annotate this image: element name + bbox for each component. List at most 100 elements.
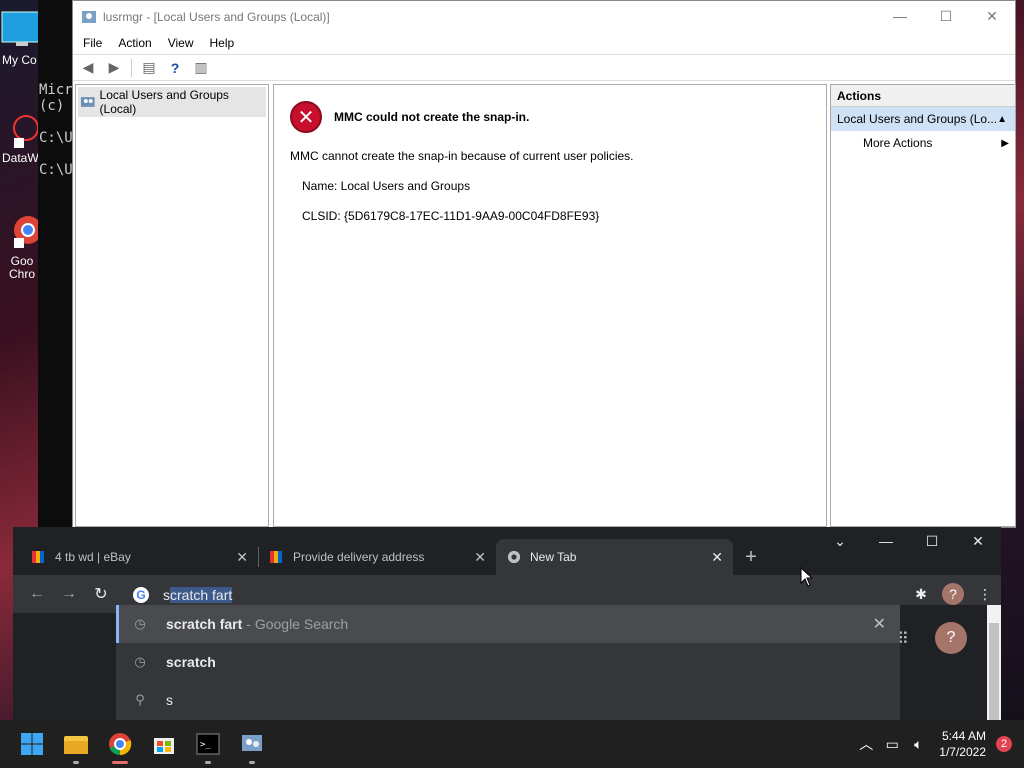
google-account-avatar[interactable]: ?	[935, 622, 967, 654]
cmd-line: Micr	[39, 82, 73, 98]
menu-help[interactable]: Help	[202, 36, 243, 50]
suggestion-match: s	[166, 616, 174, 632]
notification-badge[interactable]: 2	[996, 736, 1012, 752]
search-icon: ⚲	[135, 692, 145, 707]
minimize-button[interactable]: —	[863, 527, 909, 555]
actions-section-local-users[interactable]: Local Users and Groups (Lo... ▲	[831, 107, 1015, 131]
clock-time: 5:44 AM	[941, 729, 986, 743]
mmc-title-bar[interactable]: lusrmgr - [Local Users and Groups (Local…	[73, 1, 1015, 32]
show-hide-console-tree-icon[interactable]: ▤	[138, 58, 160, 78]
cmd-line: C:\U	[39, 162, 73, 178]
tab-close-icon[interactable]: ✕	[711, 549, 723, 566]
cmd-line: C:\U	[39, 130, 73, 146]
start-button[interactable]	[10, 720, 54, 768]
suggestion-text: s	[166, 692, 173, 708]
chrome-window: 4 tb wd | eBay ✕ Provide delivery addres…	[13, 527, 1001, 720]
page-background	[900, 605, 987, 720]
suggestion-item[interactable]: ⚲ s	[116, 681, 900, 719]
store-bag-icon	[154, 738, 174, 754]
toolbar-separator	[131, 58, 132, 77]
close-button[interactable]: ✕	[969, 8, 1015, 25]
submenu-arrow-icon: ▶	[1001, 137, 1009, 149]
taskbar-command-prompt[interactable]: >_	[186, 720, 230, 768]
mmc-toolbar: ◀ ▶ ▤ ? ▥	[73, 54, 1015, 81]
taskbar-microsoft-store[interactable]	[142, 720, 186, 768]
ebay-favicon-icon	[32, 551, 44, 563]
snapin-name: Name: Local Users and Groups	[302, 179, 471, 193]
remove-suggestion-icon[interactable]: ✕	[873, 614, 886, 634]
collapse-up-icon[interactable]: ▲	[997, 114, 1007, 125]
tab-delivery-address[interactable]: Provide delivery address ✕	[259, 539, 496, 575]
more-actions-label: More Actions	[863, 136, 933, 150]
error-message: MMC cannot create the snap-in because of…	[290, 149, 634, 163]
mmc-window: lusrmgr - [Local Users and Groups (Local…	[72, 0, 1016, 528]
omnibox-input[interactable]: scratch fart	[163, 587, 233, 603]
extensions-puzzle-icon[interactable]: ✱	[905, 586, 937, 603]
tab-strip: 4 tb wd | eBay ✕ Provide delivery addres…	[13, 527, 1001, 575]
minimize-button[interactable]: —	[877, 8, 923, 25]
tab-close-icon[interactable]: ✕	[474, 549, 486, 566]
show-hide-action-pane-icon[interactable]: ▥	[190, 58, 212, 78]
google-icon: G	[133, 587, 149, 603]
show-hidden-icons-chevron-icon[interactable]: ︿	[853, 734, 879, 754]
svg-text:>_: >_	[200, 740, 211, 750]
snapin-clsid: CLSID: {5D6179C8-17EC-11D1-9AA9-00C04FD8…	[302, 209, 600, 223]
error-icon: ✕	[290, 101, 322, 133]
history-clock-icon: ◷	[134, 654, 146, 669]
network-icon[interactable]: ▭	[879, 736, 905, 753]
tab-search-chevron-icon[interactable]: ⌄	[817, 527, 863, 555]
omnibox-autocomplete-text: cratch fart	[170, 587, 233, 603]
ebay-favicon-icon	[270, 551, 282, 563]
close-button[interactable]: ✕	[955, 527, 1001, 555]
suggestion-text: cratch fart	[173, 616, 243, 632]
clock[interactable]: 5:44 AM 1/7/2022	[939, 728, 986, 760]
actions-header: Actions	[831, 85, 1015, 107]
taskbar-lusrmgr[interactable]	[230, 720, 274, 768]
menu-file[interactable]: File	[75, 36, 110, 50]
error-title: MMC could not create the snap-in.	[334, 110, 530, 124]
tree-item-label: Local Users and Groups (Local)	[99, 88, 229, 116]
result-pane: ✕ MMC could not create the snap-in. MMC …	[273, 84, 827, 527]
taskbar-file-explorer[interactable]	[54, 720, 98, 768]
taskbar-chrome[interactable]	[98, 720, 142, 768]
omnibox-typed-text: s	[163, 587, 170, 603]
system-tray: ︿ ▭ 🔈︎ 5:44 AM 1/7/2022 2	[853, 720, 1024, 768]
tab-title: Provide delivery address	[293, 550, 425, 564]
maximize-button[interactable]: ☐	[909, 527, 955, 555]
suggestion-item[interactable]: ◷ s cratch fart - Google Search ✕	[116, 605, 900, 643]
more-actions-item[interactable]: More Actions ▶	[831, 131, 1015, 155]
windows-logo-icon	[21, 733, 43, 755]
new-tab-plus-icon[interactable]: +	[733, 539, 769, 575]
menu-view[interactable]: View	[160, 36, 202, 50]
running-indicator	[73, 761, 79, 764]
running-indicator	[205, 761, 211, 764]
running-indicator	[249, 761, 255, 764]
tab-title: 4 tb wd | eBay	[55, 550, 131, 564]
history-clock-icon: ◷	[134, 616, 146, 631]
running-indicator	[112, 761, 128, 764]
actions-section-label: Local Users and Groups (Lo...	[837, 112, 998, 126]
back-arrow-icon[interactable]: ◀	[77, 58, 99, 78]
chrome-favicon-icon	[507, 550, 521, 564]
lusrmgr-icon	[82, 10, 96, 23]
forward-arrow-icon[interactable]: →	[53, 585, 85, 603]
tab-close-icon[interactable]: ✕	[236, 549, 248, 566]
scrollbar-thumb[interactable]	[989, 623, 999, 720]
volume-icon[interactable]: 🔈︎	[905, 736, 931, 753]
reload-icon[interactable]: ↻	[85, 584, 117, 604]
forward-arrow-icon[interactable]: ▶	[103, 58, 125, 78]
chrome-menu-kebab-icon[interactable]: ⋮	[969, 586, 1001, 603]
cmd-line: (c)	[39, 98, 65, 114]
maximize-button[interactable]: ☐	[923, 8, 969, 25]
help-icon[interactable]: ?	[164, 58, 186, 78]
back-arrow-icon[interactable]: ←	[21, 585, 53, 603]
tab-new-tab[interactable]: New Tab ✕	[496, 539, 733, 575]
console-tree: Local Users and Groups (Local)	[75, 84, 269, 527]
profile-avatar[interactable]: ?	[942, 583, 964, 605]
tab-ebay[interactable]: 4 tb wd | eBay ✕	[21, 539, 258, 575]
page-scrollbar[interactable]	[987, 605, 1001, 720]
suggestion-item[interactable]: ◷ s cratch	[116, 643, 900, 681]
menu-action[interactable]: Action	[110, 36, 159, 50]
mmc-menu-bar: File Action View Help	[73, 32, 1015, 54]
tree-item-local-users-groups[interactable]: Local Users and Groups (Local)	[78, 87, 266, 117]
